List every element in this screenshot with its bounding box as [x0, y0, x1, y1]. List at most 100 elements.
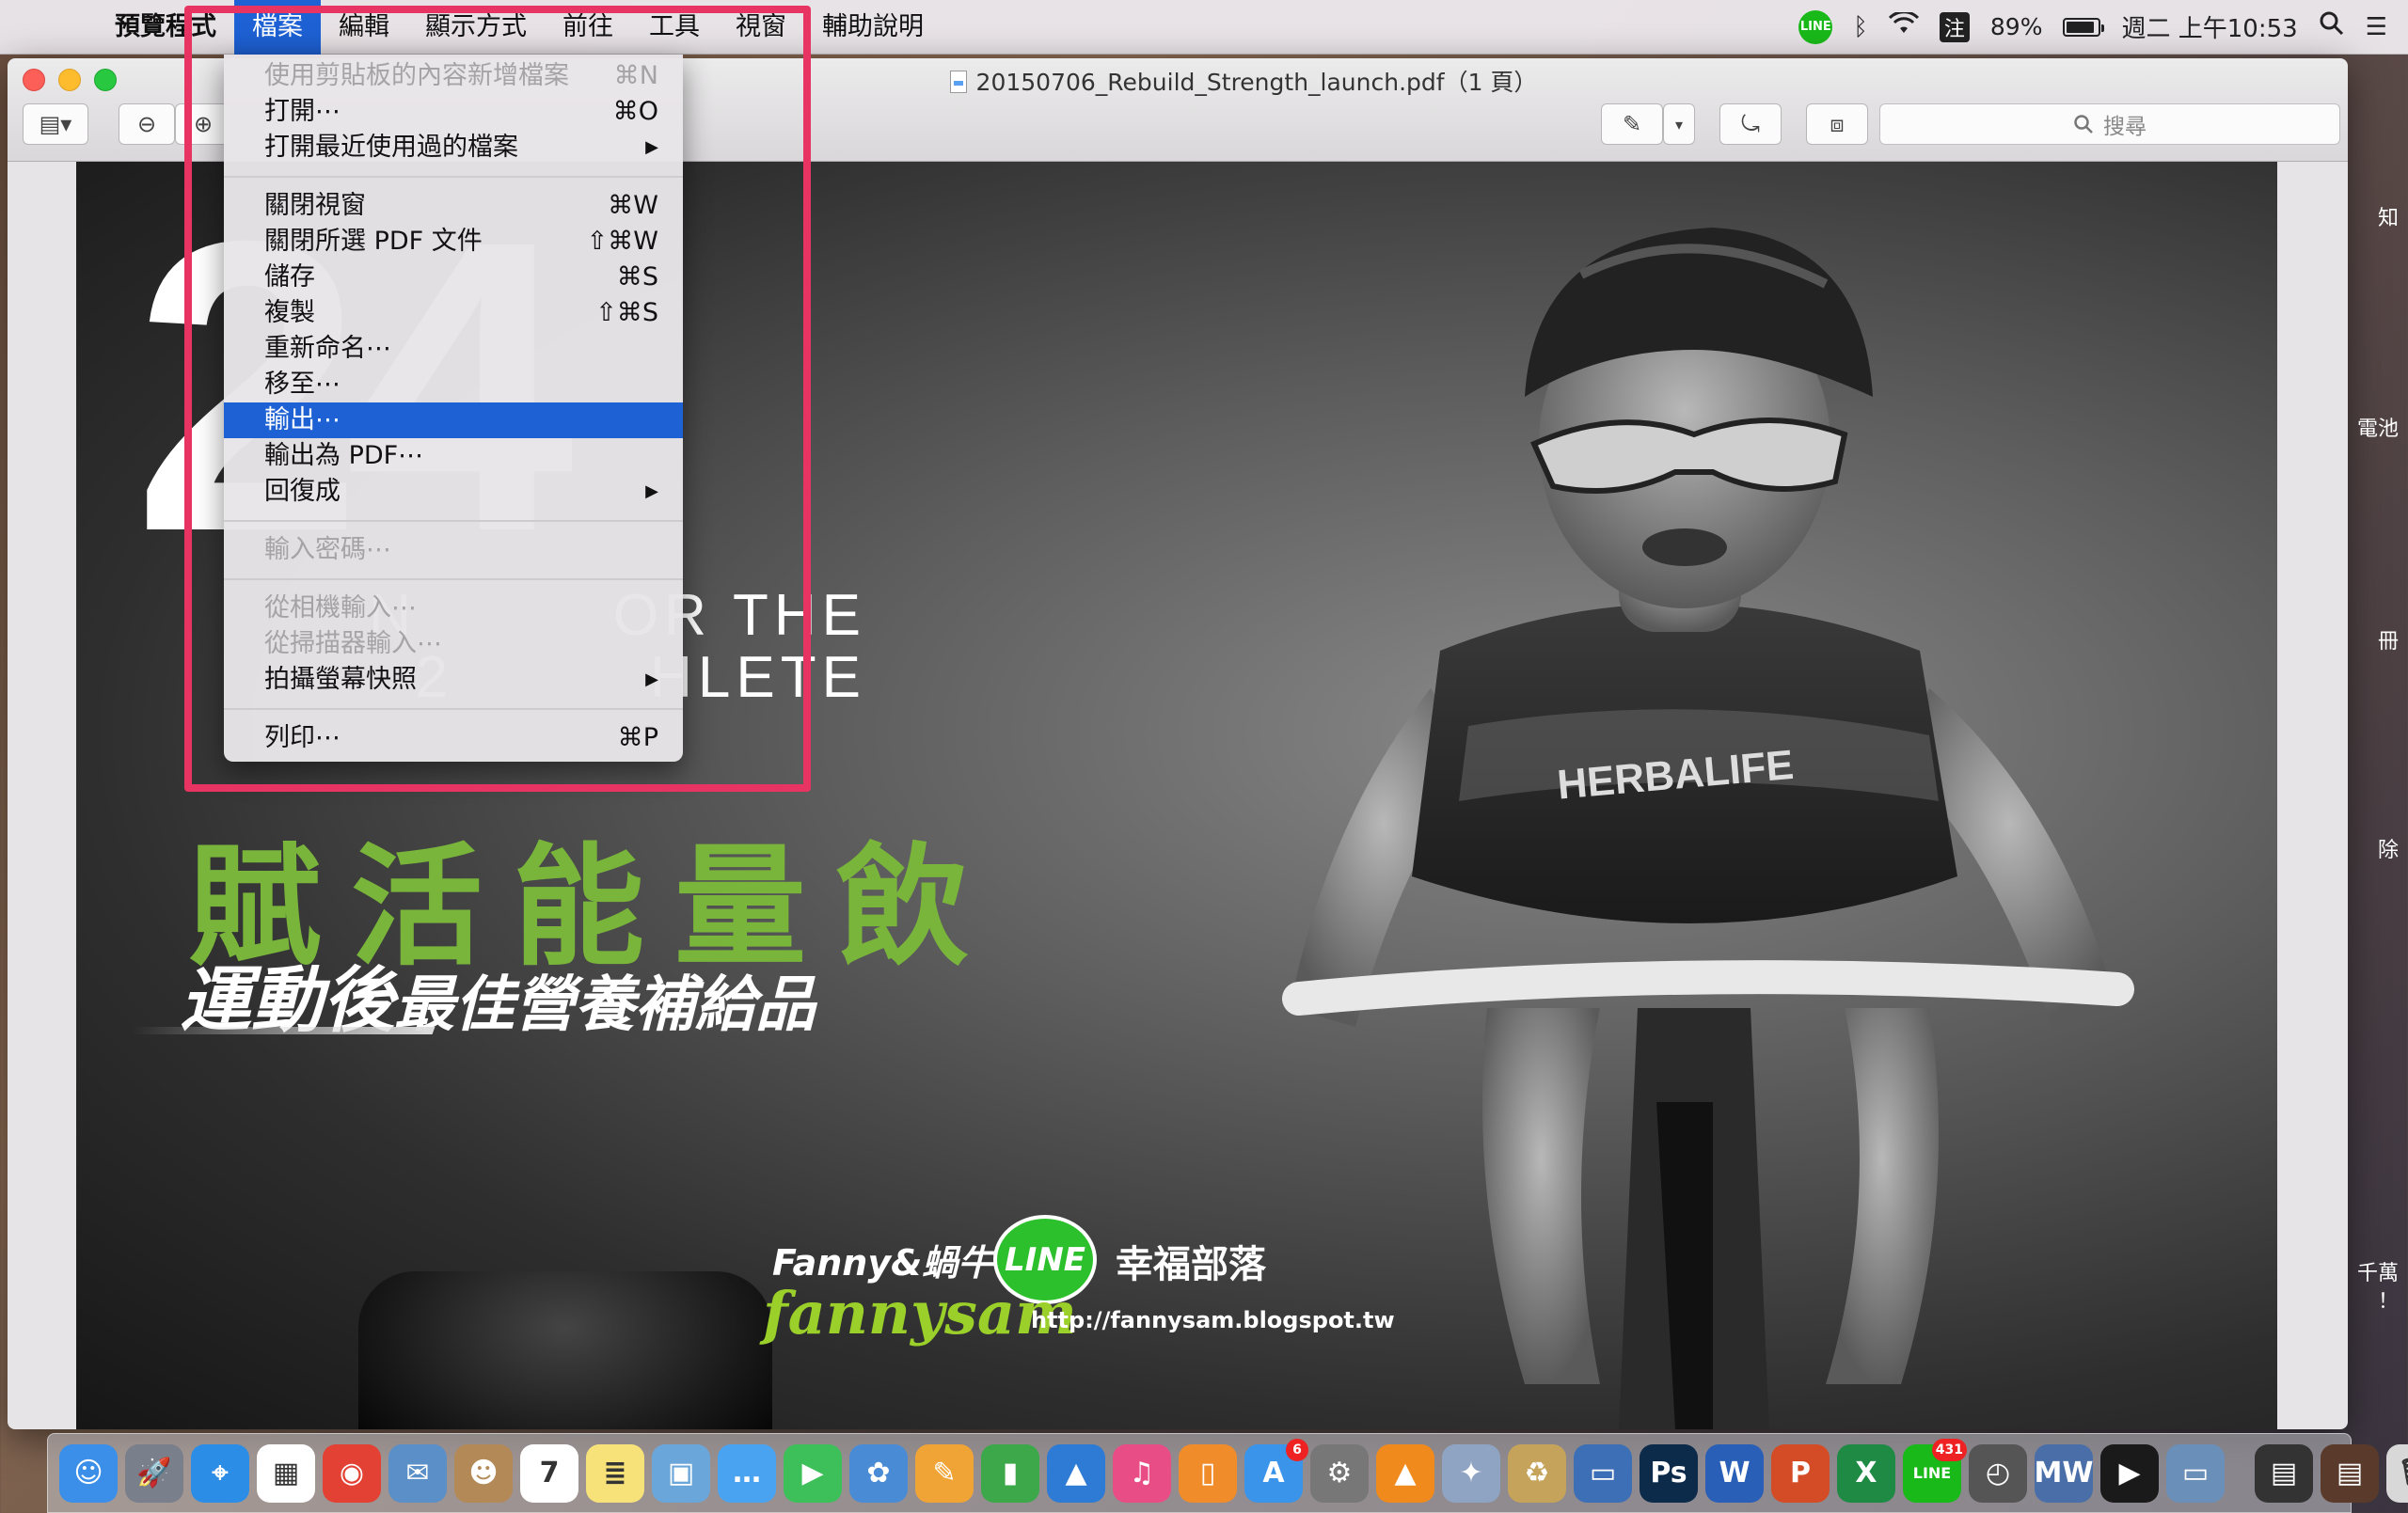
battery-icon[interactable] [2063, 17, 2105, 37]
dock-app-safari-icon[interactable]: ⌖ [191, 1443, 249, 1503]
dock-app-finder-icon[interactable]: ☺ [59, 1443, 118, 1503]
dock-app-glyph: ☻ [468, 1457, 499, 1489]
dock-app-glyph: ▤ [2336, 1457, 2364, 1489]
dock-app-system-preferences-icon[interactable]: ⚙ [1310, 1443, 1369, 1503]
watermark-url: http://fannysam.blogspot.tw [1031, 1307, 1395, 1333]
dock-app-calendar-icon[interactable]: 7 [520, 1443, 578, 1503]
file-menu-item[interactable]: 拍攝螢幕快照 ▶ [224, 662, 683, 698]
dock-app-time-machine-icon[interactable]: ◴ [1969, 1443, 2027, 1503]
dock-app-glyph: ☺ [73, 1457, 103, 1489]
menu-view[interactable]: 顯示方式 [407, 0, 545, 55]
edge-fragment-5: 千萬 [2356, 1262, 2399, 1285]
file-menu-item[interactable]: 輸出⋯ [224, 402, 683, 438]
dock-app-word-icon[interactable]: W [1705, 1443, 1764, 1503]
file-menu-item[interactable]: 使用剪貼板的內容新增檔案 ⌘N [224, 58, 683, 94]
file-menu-item[interactable]: 打開⋯ ⌘O [224, 94, 683, 130]
dock-app-image-capture-icon[interactable]: ▭ [2166, 1443, 2225, 1503]
file-menu-item[interactable]: 儲存 ⌘S [224, 260, 683, 295]
bluetooth-icon[interactable]: ᛒ [1853, 13, 1868, 41]
file-menu-item[interactable]: 重新命名⋯ [224, 331, 683, 367]
dock-app-excel-icon[interactable]: X [1837, 1443, 1895, 1503]
file-menu-item-shortcut: ⇧⌘W [586, 227, 658, 256]
file-menu-item[interactable]: 從掃描器輸入⋯ [224, 626, 683, 662]
menu-edit[interactable]: 編輯 [321, 0, 407, 55]
file-menu-item[interactable]: 打開最近使用過的檔案 ▶ [224, 130, 683, 165]
dock-app-mail-icon[interactable]: ✉ [388, 1443, 447, 1503]
clock[interactable]: 週二 上午10:53 [2121, 9, 2297, 44]
sidebar-toggle-button[interactable]: ▤▾ [23, 103, 88, 145]
dock-app-photoshop-icon[interactable]: Ps [1640, 1443, 1698, 1503]
file-menu-item[interactable]: 回復成 ▶ [224, 474, 683, 510]
dock-app-line-icon[interactable]: LINE 431 [1903, 1438, 1967, 1503]
file-menu-item[interactable]: 輸入密碼⋯ [224, 532, 683, 568]
file-menu-item[interactable]: 移至⋯ [224, 367, 683, 402]
dock-app-glyph: ▯ [1199, 1457, 1216, 1489]
search-input[interactable]: 搜尋 [1879, 103, 2340, 145]
zoom-in-button[interactable]: ⊕ [175, 103, 231, 145]
file-menu-item-shortcut: ⌘P [617, 723, 658, 752]
rotate-button[interactable]: ⤿ [1719, 103, 1782, 145]
dock-app-itunes-icon[interactable]: ♫ [1113, 1443, 1171, 1503]
file-menu-item[interactable]: 關閉所選 PDF 文件 ⇧⌘W [224, 224, 683, 260]
notification-center-icon[interactable]: ☰ [2366, 13, 2387, 41]
dock-app-launchpad-icon[interactable]: 🚀 [125, 1443, 183, 1503]
dock-app-glyph: ▮ [1002, 1457, 1019, 1489]
sidebar-icon: ▤▾ [39, 111, 72, 137]
menu-file[interactable]: 檔案 [234, 0, 321, 55]
dock-app-trash-icon[interactable]: 🗑 [2386, 1443, 2408, 1503]
zoom-out-button[interactable]: ⊖ [119, 103, 175, 145]
menu-window[interactable]: 視窗 [718, 0, 804, 55]
dock-app-powerpoint-icon[interactable]: P [1771, 1443, 1830, 1503]
dock-app-glyph: ✉ [405, 1457, 430, 1489]
dock-app-glyph: ✎ [932, 1457, 957, 1489]
dock-app-vlc-icon[interactable]: ▲ [1376, 1443, 1434, 1503]
menu-help[interactable]: 輔助說明 [804, 0, 942, 55]
file-menu-item[interactable]: 從相機輸入⋯ [224, 591, 683, 626]
dock-app-quicktime-icon[interactable]: ▶ [2100, 1443, 2159, 1503]
menu-tools[interactable]: 工具 [631, 0, 718, 55]
dock-app-messages-icon[interactable]: … [718, 1443, 776, 1503]
watermark-name: Fanny&蝸牛 [772, 1242, 994, 1284]
search-placeholder: 搜尋 [2103, 115, 2147, 139]
battery-percent[interactable]: 89% [1990, 13, 2043, 40]
file-menu-item-label: 重新命名⋯ [264, 334, 391, 363]
dock-app-notes-icon[interactable]: ≣ [586, 1443, 644, 1503]
product-bottle-image [358, 1271, 772, 1429]
input-method-icon[interactable]: 注 [1939, 11, 1970, 42]
edge-fragment-1: 知 [2377, 207, 2399, 230]
dock-app-directory-utility-icon[interactable]: ✦ [1442, 1443, 1500, 1503]
wifi-icon[interactable] [1888, 10, 1919, 41]
menu-separator [224, 520, 683, 522]
spotlight-search-icon[interactable] [2319, 10, 2345, 43]
file-menu-item[interactable]: 複製 ⇧⌘S [224, 295, 683, 331]
dock-app-chrome-icon[interactable]: ◉ [323, 1443, 381, 1503]
file-menu-item[interactable]: 列印⋯ ⌘P [224, 720, 683, 756]
dock-app-glyph: ▭ [2181, 1457, 2210, 1489]
dock-app-apps-icon[interactable]: ▦ [257, 1443, 315, 1503]
dock-app-mw-icon[interactable]: MW [2035, 1443, 2093, 1503]
dock-app-facetime-icon[interactable]: ▶ [784, 1443, 842, 1503]
dock-app-preview-icon[interactable]: ▣ [652, 1443, 710, 1503]
poster-headline-white-b: 最佳營養補給品 [394, 970, 816, 1040]
file-menu-item[interactable]: 輸出為 PDF⋯ [224, 438, 683, 474]
dock-app-app-store-icon[interactable]: A6 [1244, 1438, 1308, 1503]
dock-app-archive-icon[interactable]: ♻ [1508, 1443, 1566, 1503]
line-status-icon[interactable]: LINE [1798, 9, 1833, 44]
markup-dropdown-button[interactable]: ▾ [1663, 103, 1695, 145]
dock-app-pages-icon[interactable]: ✎ [915, 1443, 974, 1503]
menu-app-name[interactable]: 預覽程式 [105, 0, 234, 55]
toolbox-button[interactable]: ⧈ [1806, 103, 1868, 145]
dock-app-contacts-icon[interactable]: ☻ [454, 1443, 513, 1503]
markup-pen-button[interactable]: ✎ [1601, 103, 1663, 145]
dock-app-ibooks-icon[interactable]: ▯ [1179, 1443, 1237, 1503]
watermark-script: fannysam [763, 1279, 1077, 1348]
dock-app-keynote-icon[interactable]: ▲ [1047, 1443, 1105, 1503]
dock-app-glyph: P [1790, 1457, 1811, 1489]
file-menu-item[interactable]: 關閉視窗 ⌘W [224, 188, 683, 224]
menu-go[interactable]: 前往 [545, 0, 631, 55]
dock-app-downloads-icon[interactable]: ▤ [2255, 1443, 2313, 1503]
dock-app-screen-sharing-icon[interactable]: ▭ [1574, 1443, 1632, 1503]
dock-app-photos-icon[interactable]: ✿ [849, 1443, 908, 1503]
dock-app-numbers-icon[interactable]: ▮ [981, 1443, 1039, 1503]
dock-app-documents-icon[interactable]: ▤ [2321, 1443, 2379, 1503]
